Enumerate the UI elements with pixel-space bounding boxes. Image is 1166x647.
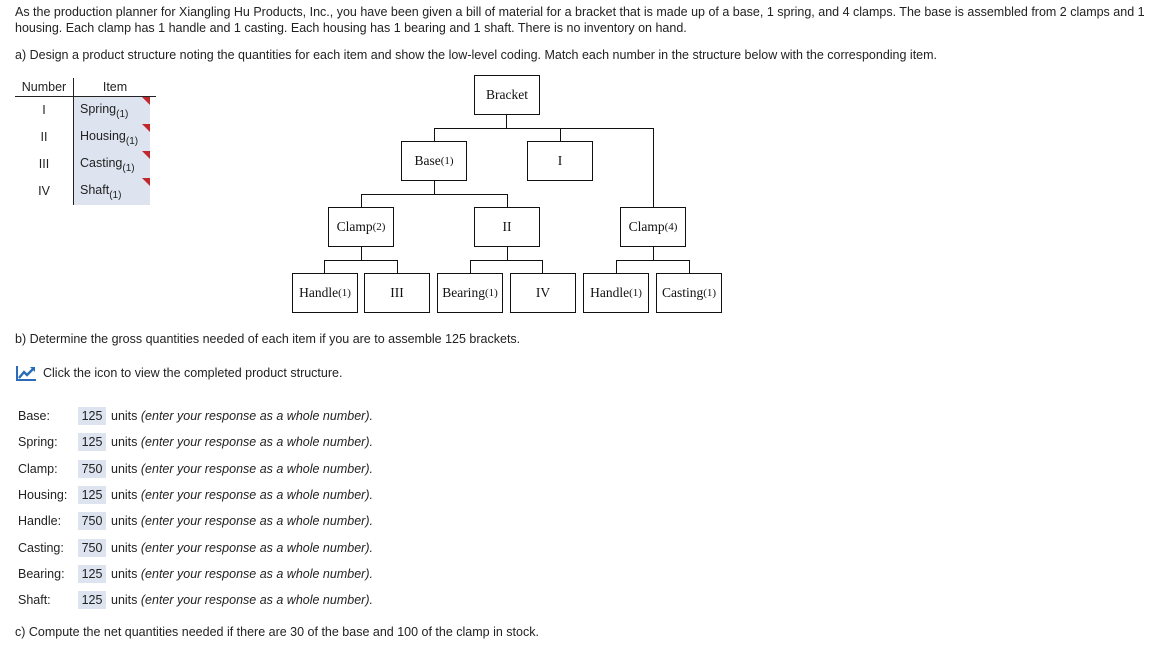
answer-input[interactable]: 750 [78, 459, 106, 478]
node-label: Handle [299, 285, 339, 300]
connector-line [324, 260, 325, 273]
connector-line [653, 247, 654, 260]
connector-line [560, 128, 561, 141]
answer-row: Shaft: 125 units (enter your response as… [18, 587, 373, 613]
answer-input[interactable]: 125 [78, 564, 106, 583]
answer-row: Housing: 125 units (enter your response … [18, 482, 373, 508]
units-text: units [111, 593, 138, 608]
node-iii: III [364, 273, 430, 313]
node-label: III [390, 285, 404, 300]
connector-line [653, 128, 654, 207]
answer-label: Shaft: [18, 593, 51, 608]
connector-line [324, 260, 398, 261]
answer-label: Clamp: [18, 461, 58, 476]
node-casting-right: Casting (1) [656, 273, 722, 313]
answer-hint: (enter your response as a whole number). [140, 514, 373, 529]
connector-line [507, 194, 508, 207]
answer-input[interactable]: 125 [78, 486, 106, 505]
node-label: Handle [590, 285, 630, 300]
node-label: Clamp [336, 219, 373, 234]
answer-hint: (enter your response as a whole number). [140, 540, 373, 555]
node-handle-right: Handle (1) [583, 273, 649, 313]
connector-line [434, 128, 435, 141]
units-text: units [111, 488, 138, 503]
node-label: Bearing [442, 285, 485, 300]
node-label: Clamp [628, 219, 665, 234]
connector-line [361, 194, 362, 207]
answer-input[interactable]: 750 [78, 538, 106, 557]
node-qty: (1) [629, 287, 642, 299]
answer-hint: (enter your response as a whole number). [140, 593, 373, 608]
node-qty: (1) [440, 155, 454, 167]
units-text: units [111, 461, 138, 476]
units-text: units [111, 435, 138, 450]
node-qty: (2) [372, 221, 386, 233]
units-text: units [111, 566, 138, 581]
node-label: II [502, 219, 512, 234]
units-text: units [111, 540, 138, 555]
node-clamp-right: Clamp (4) [620, 207, 686, 247]
answer-label: Casting: [18, 540, 64, 555]
answer-label: Spring: [18, 435, 58, 450]
node-qty: (1) [703, 287, 717, 299]
node-clamp-left: Clamp (2) [328, 207, 394, 247]
node-bracket: Bracket [474, 75, 540, 115]
connector-line [361, 194, 508, 195]
answer-hint: (enter your response as a whole number). [140, 488, 373, 503]
view-structure-row: Click the icon to view the completed pro… [15, 364, 342, 382]
answer-label: Base: [18, 409, 50, 424]
node-qty: (1) [338, 287, 351, 299]
units-text: units [111, 409, 138, 424]
node-label: Casting [661, 285, 704, 300]
answer-input[interactable]: 125 [78, 433, 106, 452]
answer-hint: (enter your response as a whole number). [140, 409, 373, 424]
node-ii: II [474, 207, 540, 247]
answer-label: Housing: [18, 488, 68, 503]
part-c-prompt: c) Compute the net quantities needed if … [15, 625, 539, 639]
node-qty: (4) [664, 221, 678, 233]
answer-hint: (enter your response as a whole number). [140, 461, 373, 476]
answer-input[interactable]: 125 [78, 407, 106, 426]
node-base: Base (1) [401, 141, 467, 181]
part-b-prompt: b) Determine the gross quantities needed… [15, 332, 521, 346]
answer-input[interactable]: 125 [78, 591, 106, 610]
node-i: I [527, 141, 593, 181]
node-iv: IV [510, 273, 576, 313]
connector-line [470, 260, 543, 261]
node-bearing: Bearing (1) [437, 273, 503, 313]
connector-line [434, 180, 435, 194]
view-structure-text: Click the icon to view the completed pro… [43, 366, 343, 380]
connector-line [434, 128, 654, 129]
answer-row: Base: 125 units (enter your response as … [18, 403, 373, 429]
answer-row: Handle: 750 units (enter your response a… [18, 508, 373, 534]
connector-line [616, 260, 690, 261]
answer-row: Bearing: 125 units (enter your response … [18, 561, 373, 587]
connector-line [542, 260, 543, 273]
node-label: IV [535, 285, 551, 300]
connector-line [397, 260, 398, 273]
answer-label: Bearing: [18, 566, 65, 581]
gross-quantities-answers: Base: 125 units (enter your response as … [18, 403, 373, 613]
answer-hint: (enter your response as a whole number). [140, 566, 373, 581]
connector-line [616, 260, 617, 273]
connector-line [689, 260, 690, 273]
answer-row: Casting: 750 units (enter your response … [18, 534, 373, 560]
connector-line [507, 247, 508, 260]
answer-label: Handle: [18, 514, 62, 529]
units-text: units [111, 514, 138, 529]
node-label: I [557, 153, 563, 168]
node-handle-left: Handle (1) [292, 273, 358, 313]
node-qty: (1) [484, 287, 498, 299]
answer-hint: (enter your response as a whole number). [140, 435, 373, 450]
node-label: Base [414, 153, 441, 168]
answer-row: Spring: 125 units (enter your response a… [18, 429, 373, 455]
connector-line [470, 260, 471, 273]
connector-line [506, 115, 507, 128]
connector-line [361, 247, 362, 260]
answer-input[interactable]: 750 [78, 512, 106, 531]
answer-row: Clamp: 750 units (enter your response as… [18, 456, 373, 482]
chart-trend-icon[interactable] [15, 364, 37, 382]
node-label: Bracket [486, 87, 528, 102]
